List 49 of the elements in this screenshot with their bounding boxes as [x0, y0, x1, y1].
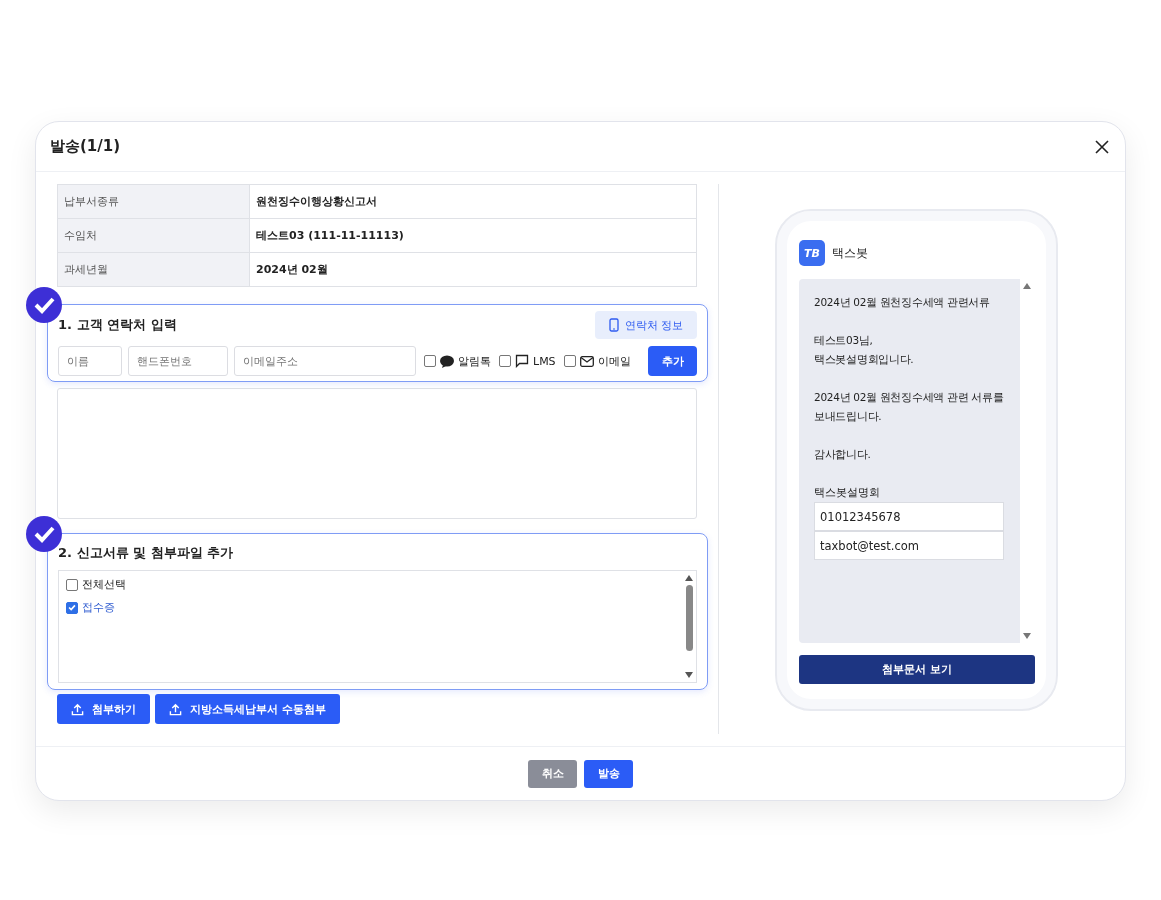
message-text: 택스봇설명회	[814, 485, 881, 500]
dialog-title: 발송(1/1)	[50, 137, 121, 156]
table-label-cell: 납부서종류	[57, 184, 250, 219]
table-value-cell: 2024년 02월	[249, 252, 697, 287]
chat-bubble-icon	[440, 354, 454, 368]
view-attachment-button[interactable]: 첨부문서 보기	[799, 655, 1035, 684]
contact-value: taxbot@test.com	[814, 531, 1004, 560]
input-field[interactable]: 이메일주소	[234, 346, 416, 376]
message-text: 테스트03님, 택스봇설명회입니다.	[814, 333, 915, 367]
document-name: 접수증	[82, 600, 115, 615]
add-button[interactable]: 추가	[648, 346, 697, 376]
table-value-cell: 원천징수이행상황신고서	[249, 184, 697, 219]
table-label-cell: 과세년월	[57, 252, 250, 287]
phone-icon	[608, 318, 619, 332]
sender-name: 택스봇	[832, 244, 868, 262]
footer-button[interactable]: 발송	[584, 759, 633, 788]
checkbox[interactable]	[66, 578, 78, 591]
checkbox[interactable]	[563, 355, 576, 367]
attach-button[interactable]: 첨부하기	[57, 694, 150, 724]
message-text: 2024년 02월 원천징수세액 관련서류	[814, 295, 991, 310]
close-icon[interactable]	[1095, 139, 1109, 154]
checkbox-label: LMS	[533, 354, 556, 368]
checkbox[interactable]	[499, 355, 511, 367]
scroll-down-arrow-icon[interactable]	[1023, 633, 1032, 639]
logo: TB	[799, 240, 825, 266]
table-value-cell: 테스트03 (111-11-11113)	[249, 218, 697, 253]
checkbox[interactable]	[66, 601, 78, 614]
upload-icon	[71, 702, 84, 716]
checkbox[interactable]	[424, 355, 436, 367]
document-name: 전체선택	[82, 577, 126, 592]
scroll-up-arrow-icon[interactable]	[685, 575, 693, 581]
input-field[interactable]: 핸드폰번호	[128, 346, 228, 376]
speech-bubble-icon	[515, 354, 529, 368]
table-label-cell: 수임처	[57, 218, 250, 253]
message-text: 감사합니다.	[814, 447, 872, 462]
attach-button[interactable]: 지방소득세납부서 수동첨부	[155, 694, 340, 724]
contact-info-button[interactable]: 연락처 정보	[594, 311, 697, 339]
footer-button[interactable]: 취소	[528, 759, 577, 788]
section-title: 2. 신고서류 및 첨부파일 추가	[58, 544, 235, 562]
scroll-up-arrow-icon[interactable]	[1023, 283, 1032, 289]
checkbox-label: 알림톡	[458, 353, 491, 369]
checkbox-label: 이메일	[597, 353, 631, 369]
input-field[interactable]: 이름	[58, 346, 122, 376]
section-title: 1. 고객 연락처 입력	[58, 316, 177, 334]
mail-icon	[579, 355, 594, 367]
contact-value: 01012345678	[814, 502, 1004, 531]
scroll-down-arrow-icon[interactable]	[685, 672, 693, 678]
upload-icon	[169, 702, 182, 716]
message-text: 2024년 02월 원천징수세액 관련 서류를 보내드립니다.	[814, 390, 1005, 424]
